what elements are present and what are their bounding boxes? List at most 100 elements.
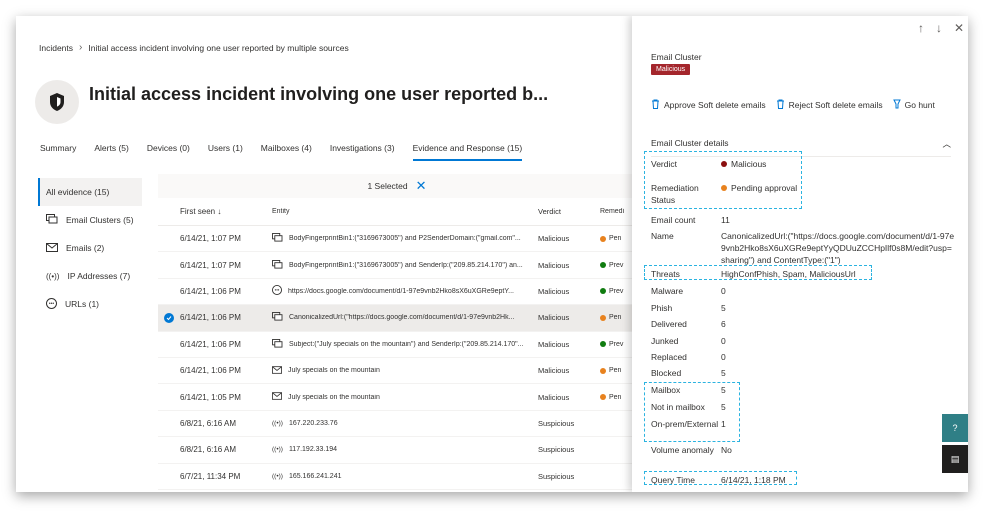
detail-value: 11 xyxy=(721,214,956,226)
cell-entity[interactable]: BodyFingerprintBin1:("3169673005") and S… xyxy=(272,259,538,271)
reject-soft-delete-button[interactable]: Reject Soft delete emails xyxy=(776,99,883,111)
detail-value: 0 xyxy=(721,335,956,347)
entity-text: Subject:("July specials on the mountain"… xyxy=(289,340,524,348)
cell-first-seen: 6/14/21, 1:06 PM xyxy=(180,339,241,349)
table-row[interactable]: 6/14/21, 1:06 PM Subject:("July specials … xyxy=(158,332,636,358)
selected-count: 1 Selected xyxy=(367,181,408,191)
tab-evidence-and-response[interactable]: Evidence and Response (15) xyxy=(412,143,523,161)
cell-verdict: Suspicious xyxy=(538,471,575,481)
chat-icon: ▤ xyxy=(950,453,960,464)
nav-email-clusters[interactable]: Email Clusters (5) xyxy=(38,206,142,234)
close-icon[interactable]: ✕ xyxy=(416,178,427,194)
detail-key: Junked xyxy=(651,336,679,346)
cell-verdict: Malicious xyxy=(538,260,570,270)
cell-remediation: Pen xyxy=(600,394,630,401)
tab-users[interactable]: Users (1) xyxy=(208,143,243,161)
nav-label: Emails (2) xyxy=(66,243,105,253)
row-check[interactable] xyxy=(158,312,180,323)
nav-label: IP Addresses (7) xyxy=(67,271,131,281)
close-icon[interactable]: ✕ xyxy=(954,21,964,35)
cell-remediation: Pen xyxy=(600,367,630,374)
nav-all-evidence[interactable]: All evidence (15) xyxy=(38,178,142,206)
arrow-up-icon[interactable]: ↑ xyxy=(918,21,924,35)
cell-first-seen: 6/14/21, 1:06 PM xyxy=(180,286,241,296)
table-row[interactable]: 6/7/21, 11:34 PM ((•)) 165.166.241.241 Susp… xyxy=(158,464,636,490)
remediation-text: Pen xyxy=(609,235,622,243)
cell-entity[interactable]: July specials on the mountain xyxy=(272,365,538,376)
detail-value: 6 xyxy=(721,318,956,330)
status-dot xyxy=(600,235,606,242)
detail-row: Delivered 6 xyxy=(651,318,956,330)
svg-text:•••: ••• xyxy=(49,301,55,307)
entity-type-label: Email Cluster xyxy=(651,52,702,62)
cell-verdict: Malicious xyxy=(538,234,570,244)
incident-page: Incidents › Initial access incident invo… xyxy=(16,16,968,492)
detail-value: 5 xyxy=(721,367,956,379)
cell-entity[interactable]: ((•)) 165.166.241.241 xyxy=(272,473,538,480)
breadcrumb-incidents[interactable]: Incidents xyxy=(39,43,73,53)
column-remediation[interactable]: Remedi xyxy=(600,208,630,215)
table-row[interactable]: 6/8/21, 6:16 AM ((•)) 167.220.233.76 Suspic… xyxy=(158,411,636,438)
broadcast-icon: ((•)) xyxy=(272,472,283,480)
column-verdict[interactable]: Verdict xyxy=(538,207,600,216)
tab-devices[interactable]: Devices (0) xyxy=(147,143,190,161)
table-row[interactable]: 6/14/21, 1:07 PM BodyFingerprintBin1:("31… xyxy=(158,252,636,279)
table-row[interactable]: 6/14/21, 1:06 PM July specials on the mou… xyxy=(158,358,636,385)
cell-entity[interactable]: ••• https://docs.google.com/document/d/1-… xyxy=(272,285,538,297)
entity-text: 167.220.233.76 xyxy=(288,419,338,427)
cell-entity[interactable]: July specials on the mountain xyxy=(272,392,538,402)
detail-row: Email count 11 xyxy=(651,214,956,226)
trash-icon xyxy=(776,99,785,111)
detail-value: 1 xyxy=(721,418,956,430)
tab-summary[interactable]: Summary xyxy=(40,143,76,161)
email-cluster-icon xyxy=(272,338,283,350)
email-cluster-icon xyxy=(272,233,283,244)
nav-ip-addresses[interactable]: ((•)) IP Addresses (7) xyxy=(38,262,142,290)
action-label: Go hunt xyxy=(904,100,935,110)
cell-entity[interactable]: CanonicalizedUrl:("https://docs.google.c… xyxy=(272,312,538,323)
annotation-box xyxy=(644,382,740,442)
breadcrumb-current: Initial access incident involving one us… xyxy=(88,42,349,53)
help-button[interactable]: ? xyxy=(942,414,968,442)
column-entity[interactable]: Entity xyxy=(272,208,538,215)
cell-entity[interactable]: BodyFingerprintBin1:("3169673005") and P… xyxy=(272,233,538,244)
cell-entity[interactable]: ((•)) 167.220.233.76 xyxy=(272,420,538,427)
column-first-seen[interactable]: First seen ↓ xyxy=(180,207,272,216)
cell-verdict: Malicious xyxy=(538,286,570,296)
arrow-down-icon[interactable]: ↓ xyxy=(936,21,942,35)
table-row[interactable]: 6/14/21, 1:06 PM ••• https://docs.google.c… xyxy=(158,279,636,306)
approve-soft-delete-button[interactable]: Approve Soft delete emails xyxy=(651,99,766,111)
entity-text: 165.166.241.241 xyxy=(288,472,342,480)
entity-text: BodyFingerprintBin1:("3169673005") and P… xyxy=(289,235,521,243)
feedback-button[interactable]: ▤ xyxy=(942,445,968,473)
evidence-nav: All evidence (15) Email Clusters (5) Ema… xyxy=(38,178,142,318)
remediation-text: Pen xyxy=(609,393,622,401)
detail-value-text: 11 xyxy=(721,215,730,225)
cell-entity[interactable]: ((•)) 117.192.33.194 xyxy=(272,446,538,453)
table-row[interactable]: 6/14/21, 1:07 PM BodyFingerprintBin1:("31… xyxy=(158,226,636,253)
detail-key: Malware xyxy=(651,286,684,296)
nav-urls[interactable]: ••• URLs (1) xyxy=(38,290,142,318)
cell-first-seen: 6/14/21, 1:07 PM xyxy=(180,234,241,244)
page-title: Initial access incident involving one us… xyxy=(89,84,549,104)
detail-value-text: 5 xyxy=(721,368,726,378)
cell-entity[interactable]: Subject:("July specials on the mountain"… xyxy=(272,338,538,350)
trash-icon xyxy=(651,99,660,111)
section-title: Email Cluster details xyxy=(651,138,729,148)
cell-first-seen: 6/7/21, 11:34 PM xyxy=(180,471,241,481)
cell-verdict: Suspicious xyxy=(538,418,575,428)
table-row[interactable]: 6/14/21, 1:05 PM July specials on the mou… xyxy=(158,384,636,411)
tab-alerts[interactable]: Alerts (5) xyxy=(94,143,128,161)
go-hunt-button[interactable]: Go hunt xyxy=(892,99,935,111)
action-label: Approve Soft delete emails xyxy=(664,100,766,110)
status-dot xyxy=(600,394,606,401)
action-bar: Approve Soft delete emails Reject Soft d… xyxy=(651,99,935,111)
tab-investigations[interactable]: Investigations (3) xyxy=(330,143,395,161)
table-row[interactable]: 6/14/21, 1:06 PM CanonicalizedUrl:("https… xyxy=(158,305,636,332)
table-row[interactable]: 6/8/21, 6:16 AM ((•)) 117.192.33.194 Suspic… xyxy=(158,437,636,464)
tab-mailboxes[interactable]: Mailboxes (4) xyxy=(261,143,312,161)
nav-emails[interactable]: Emails (2) xyxy=(38,234,142,262)
detail-row: Malware 0 xyxy=(651,285,956,297)
cell-verdict: Malicious xyxy=(538,313,570,323)
detail-key: Volume anomaly xyxy=(651,445,714,455)
